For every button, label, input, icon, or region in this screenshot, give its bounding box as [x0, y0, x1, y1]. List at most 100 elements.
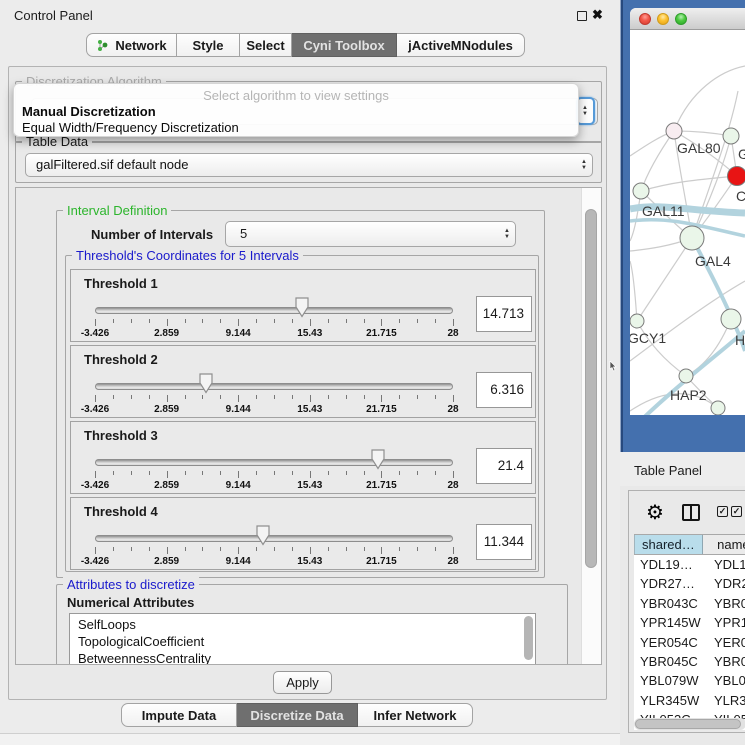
horizontal-scrollbar[interactable]	[634, 718, 745, 730]
interval-definition-group: Interval Definition Number of Intervals …	[56, 210, 545, 578]
slider-thumb[interactable]	[255, 525, 271, 546]
gear-icon[interactable]: ⚙	[646, 500, 664, 525]
slider-tick	[453, 547, 454, 554]
attributes-list[interactable]: SelfLoopsTopologicalCoefficientBetweenne…	[69, 613, 536, 665]
network-edge[interactable]	[630, 261, 637, 321]
threshold-label: Threshold 4	[84, 504, 158, 519]
close-traffic-light[interactable]	[639, 13, 651, 25]
table-data-combobox[interactable]: galFiltered.sif default node ▲▼	[25, 153, 593, 177]
network-node[interactable]	[723, 128, 739, 144]
network-node[interactable]	[680, 226, 704, 250]
column-header-name[interactable]: name	[703, 535, 745, 554]
cell-name[interactable]: YPR145W	[708, 613, 745, 632]
cell-name[interactable]: YDR27	[708, 574, 745, 593]
cell-shared-name[interactable]: YDL19…	[634, 555, 708, 574]
table-row[interactable]: YPR145WYPR145W	[634, 613, 745, 632]
select-columns-icon[interactable]: ✓✓	[717, 506, 742, 517]
threshold-value-field[interactable]: 11.344	[476, 524, 532, 560]
network-window-titlebar[interactable]	[630, 8, 745, 30]
attribute-item[interactable]: TopologicalCoefficient	[78, 633, 535, 650]
threshold-value-field[interactable]: 21.4	[476, 448, 532, 484]
apply-button[interactable]: Apply	[273, 671, 332, 694]
attribute-item[interactable]: SelfLoops	[78, 616, 535, 633]
close-icon[interactable]: ✖	[592, 7, 603, 23]
table-row[interactable]: YBL079WYBL079W	[634, 671, 745, 690]
slider-tick	[310, 547, 311, 554]
slider-tick	[131, 395, 132, 399]
tab-label: Select	[246, 38, 284, 53]
cell-name[interactable]: YDL19	[708, 555, 745, 574]
list-scrollbar[interactable]	[524, 616, 533, 660]
table-row[interactable]: YBR043CYBR043C	[634, 594, 745, 613]
network-edge[interactable]	[637, 238, 692, 321]
attribute-item[interactable]: BetweennessCentrality	[78, 650, 535, 665]
slider-tick	[149, 319, 150, 323]
tab-network[interactable]: Network	[86, 33, 177, 57]
network-edge[interactable]	[641, 131, 674, 191]
slider-tick	[113, 319, 114, 323]
panel-scrollbar[interactable]	[581, 188, 601, 664]
table-row[interactable]: YBR045CYBR045C	[634, 652, 745, 671]
network-edge[interactable]	[692, 91, 738, 238]
dropdown-prompt[interactable]: Select algorithm to view settings	[14, 88, 578, 103]
slider-tick	[292, 395, 293, 399]
tab-infer-network[interactable]: Infer Network	[358, 703, 473, 727]
cell-shared-name[interactable]: YBL079W	[634, 671, 708, 690]
cell-name[interactable]: YER054C	[708, 633, 745, 652]
network-edge[interactable]	[641, 176, 737, 191]
number-of-intervals-spinner[interactable]: 5 ▲▼	[225, 221, 516, 247]
tab-jactivemnodules[interactable]: jActiveMNodules	[397, 33, 525, 57]
cell-shared-name[interactable]: YER054C	[634, 633, 708, 652]
column-layout-icon[interactable]	[682, 504, 700, 521]
tab-discretize-data[interactable]: Discretize Data	[237, 703, 358, 727]
slider-track[interactable]	[95, 383, 453, 390]
dropdown-option-manual[interactable]: Manual Discretization	[22, 104, 156, 119]
cell-shared-name[interactable]: YLR345W	[634, 691, 708, 710]
tab-cyni-toolbox[interactable]: Cyni Toolbox	[292, 33, 397, 57]
threshold-value-field[interactable]: 6.316	[476, 372, 532, 408]
slider-track[interactable]	[95, 307, 453, 314]
tab-select[interactable]: Select	[240, 33, 292, 57]
network-node[interactable]	[679, 369, 693, 383]
cell-shared-name[interactable]: YBR045C	[634, 652, 708, 671]
network-node[interactable]	[633, 183, 649, 199]
network-node[interactable]	[728, 167, 745, 186]
float-window-icon[interactable]	[577, 11, 587, 21]
slider-track[interactable]	[95, 535, 453, 542]
zoom-traffic-light[interactable]	[675, 13, 687, 25]
cell-shared-name[interactable]: YPR145W	[634, 613, 708, 632]
network-node[interactable]	[721, 309, 741, 329]
slider-thumb[interactable]	[198, 373, 214, 394]
network-edge[interactable]	[674, 131, 731, 136]
network-node-label: GA	[738, 146, 745, 162]
tab-impute-data[interactable]: Impute Data	[121, 703, 237, 727]
network-node-label: C	[736, 188, 745, 204]
minimize-traffic-light[interactable]	[657, 13, 669, 25]
slider-thumb[interactable]	[294, 297, 310, 318]
slider-thumb[interactable]	[370, 449, 386, 470]
network-canvas[interactable]: GAL80GACGAL11GAL4GCY1HAHAP2	[630, 31, 745, 415]
column-header-shared-name[interactable]: shared…	[634, 535, 703, 554]
cell-name[interactable]: YBL079W	[708, 671, 745, 690]
slider-tick-label: 15.43	[282, 480, 338, 491]
table-row[interactable]: YER054CYER054C	[634, 633, 745, 652]
table-row[interactable]: YDL19…YDL19	[634, 555, 745, 574]
table-row[interactable]: YLR345WYLR345W	[634, 691, 745, 710]
table-row[interactable]: YDR27…YDR27	[634, 574, 745, 593]
slider-track[interactable]	[95, 459, 453, 466]
cell-name[interactable]: YLR345W	[708, 691, 745, 710]
cell-shared-name[interactable]: YBR043C	[634, 594, 708, 613]
dropdown-option-equal-width[interactable]: Equal Width/Frequency Discretization	[22, 120, 239, 135]
control-panel-titlebar: Control Panel ✖	[0, 0, 620, 30]
network-node[interactable]	[666, 123, 682, 139]
scrollbar-thumb[interactable]	[585, 209, 597, 568]
threshold-value-field[interactable]: 14.713	[476, 296, 532, 332]
network-node[interactable]	[711, 401, 725, 415]
tab-style[interactable]: Style	[177, 33, 240, 57]
network-edge[interactable]	[674, 66, 745, 131]
scrollbar-thumb[interactable]	[635, 719, 741, 729]
network-node[interactable]	[630, 314, 644, 328]
cell-name[interactable]: YBR043C	[708, 594, 745, 613]
cell-shared-name[interactable]: YDR27…	[634, 574, 708, 593]
cell-name[interactable]: YBR045C	[708, 652, 745, 671]
